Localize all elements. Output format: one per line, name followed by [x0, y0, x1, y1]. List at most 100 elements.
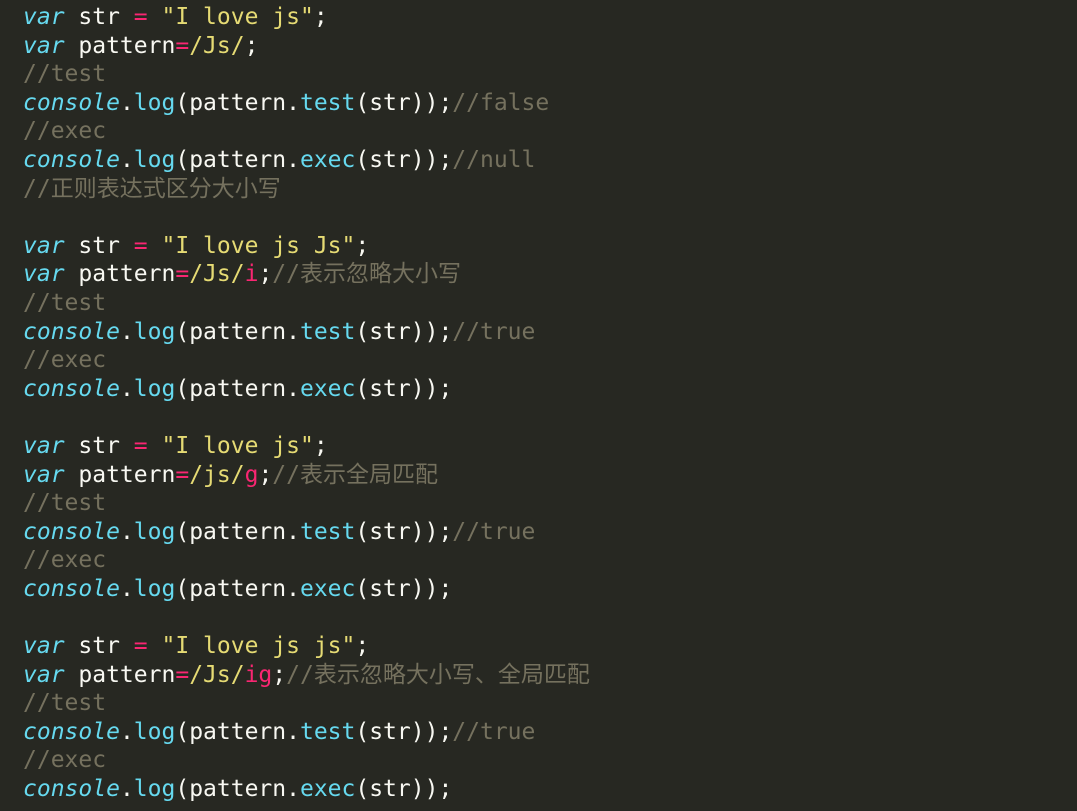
code-token-operator: =	[133, 432, 148, 459]
code-token-regex: /Js/	[189, 261, 245, 288]
code-token-console: console	[23, 375, 120, 402]
code-line: //test	[23, 289, 1077, 318]
code-token-operator: =	[133, 4, 148, 30]
code-token-method: log	[133, 575, 176, 602]
code-line: var pattern=/js/g;//表示全局匹配	[23, 461, 1077, 490]
code-token-plain: (str));	[355, 718, 453, 745]
code-token-method: log	[133, 776, 176, 803]
code-token-plain: str	[64, 232, 134, 259]
code-token-comment: //exec	[23, 747, 107, 774]
code-line: var pattern=/Js/ig;//表示忽略大小写、全局匹配	[23, 661, 1077, 690]
code-line: //exec	[23, 546, 1077, 575]
code-token-plain: ;	[258, 261, 273, 288]
code-token-keyword: var	[23, 232, 65, 259]
code-token-plain: ;	[313, 4, 328, 30]
code-token-keyword: var	[23, 32, 65, 59]
code-line: var pattern=/Js/i;//表示忽略大小写	[23, 260, 1077, 289]
code-token-operator: =	[133, 232, 148, 259]
code-token-comment: //表示忽略大小写	[272, 261, 461, 288]
code-token-comment: //表示全局匹配	[272, 461, 438, 488]
code-token-method: log	[133, 718, 176, 745]
code-line: var str = "I love js Js";	[23, 232, 1077, 261]
code-token-plain: (pattern.	[175, 375, 300, 402]
code-token-console: console	[23, 575, 120, 602]
code-token-comment: //exec	[23, 347, 107, 374]
code-line: var str = "I love js js";	[23, 632, 1077, 661]
code-token-comment: //test	[23, 61, 107, 88]
code-token-keyword: var	[23, 633, 65, 660]
code-line: var str = "I love js";	[23, 3, 1077, 32]
code-token-operator: =	[133, 633, 148, 660]
code-token-method: log	[133, 318, 176, 345]
code-token-regex: /js/	[189, 461, 245, 488]
code-token-keyword: var	[23, 661, 65, 688]
code-token-method: log	[133, 518, 176, 545]
code-token-console: console	[23, 518, 120, 545]
code-token-method: log	[133, 146, 176, 173]
code-token-regex: /Js/	[189, 661, 245, 688]
code-token-console: console	[23, 146, 120, 173]
code-token-plain: .	[119, 146, 134, 173]
code-token-plain: .	[119, 318, 134, 345]
code-token-string: "I love js js"	[161, 633, 356, 660]
code-token-console: console	[23, 318, 120, 345]
code-token-plain: (pattern.	[175, 89, 300, 116]
code-line: //test	[23, 60, 1077, 89]
code-line: console.log(pattern.test(str));//false	[23, 89, 1077, 118]
code-token-plain: ;	[355, 633, 370, 660]
code-token-plain: pattern	[64, 32, 176, 59]
code-line: console.log(pattern.test(str));//true	[23, 718, 1077, 747]
code-token-regex: /Js/	[189, 32, 245, 59]
code-token-plain: ;	[313, 432, 328, 459]
code-token-comment: //exec	[23, 547, 107, 574]
code-token-plain: str	[64, 633, 134, 660]
code-token-method: log	[133, 375, 176, 402]
code-token-method: exec	[299, 375, 356, 402]
code-token-method: log	[133, 89, 176, 116]
code-token-plain: .	[119, 89, 134, 116]
code-token-keyword: var	[23, 461, 65, 488]
code-line: //正则表达式区分大小写	[23, 175, 1077, 204]
code-line: console.log(pattern.exec(str));//null	[23, 146, 1077, 175]
code-token-comment: //正则表达式区分大小写	[23, 175, 281, 202]
code-token-plain: (str));	[355, 575, 453, 602]
code-token-string: "I love js"	[161, 4, 314, 30]
code-token-plain: (pattern.	[175, 318, 300, 345]
code-line: console.log(pattern.test(str));//true	[23, 318, 1077, 347]
code-token-plain: (str));	[355, 318, 453, 345]
code-token-comment: //true	[452, 518, 536, 545]
code-token-console: console	[23, 718, 120, 745]
code-token-plain: ;	[272, 661, 287, 688]
code-token-operator: =	[175, 661, 190, 688]
code-token-plain: str	[64, 432, 134, 459]
code-token-plain: (str));	[355, 89, 453, 116]
code-token-comment: //test	[23, 690, 107, 717]
code-token-plain: (pattern.	[175, 146, 300, 173]
code-token-string: "I love js"	[161, 432, 314, 459]
code-token-plain: (pattern.	[175, 776, 300, 803]
code-token-plain: .	[119, 518, 134, 545]
code-token-comment: //test	[23, 289, 107, 316]
code-token-method: exec	[299, 575, 356, 602]
code-line: //test	[23, 689, 1077, 718]
code-token-plain: .	[119, 375, 134, 402]
code-editor[interactable]: var str = "I love js"; var pattern=/Js/; /…	[0, 0, 1077, 811]
code-token-plain: (str));	[355, 375, 453, 402]
code-line: console.log(pattern.exec(str));	[23, 775, 1077, 804]
code-token-method: test	[299, 89, 356, 116]
code-token-console: console	[23, 776, 120, 803]
code-token-plain: ;	[258, 461, 273, 488]
code-token-string: "I love js Js"	[161, 232, 356, 259]
code-token-plain: .	[119, 718, 134, 745]
code-token-operator: =	[175, 461, 190, 488]
code-token-keyword: var	[23, 4, 65, 30]
code-line: console.log(pattern.exec(str));	[23, 375, 1077, 404]
code-token-operator: =	[175, 261, 190, 288]
code-token-comment: //test	[23, 490, 107, 517]
code-token-comment: //true	[452, 718, 536, 745]
